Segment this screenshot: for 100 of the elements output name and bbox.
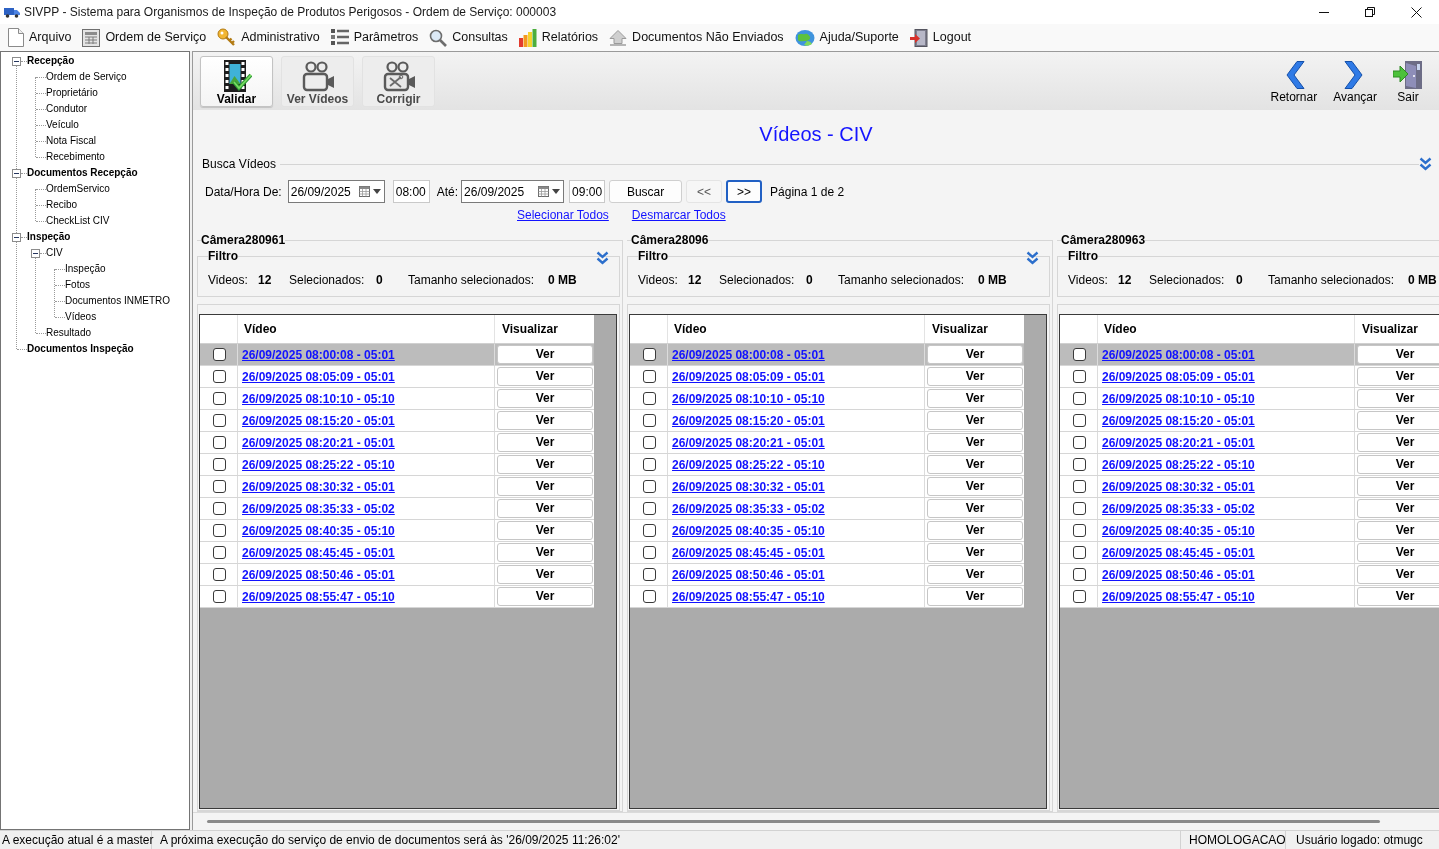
menu-item[interactable]: Ajuda/Suporte [794,25,899,50]
video-link[interactable]: 26/09/2025 08:05:09 - 05:01 [242,367,395,386]
video-link[interactable]: 26/09/2025 08:00:08 - 05:01 [242,345,395,364]
view-button[interactable]: Ver [927,455,1023,474]
table-row[interactable]: 26/09/2025 08:00:08 - 05:01 Ver [630,344,1024,366]
checkbox[interactable] [643,436,656,449]
table-row[interactable]: 26/09/2025 08:55:47 - 05:10 Ver [200,586,594,608]
collapse-icon[interactable] [12,168,21,178]
video-link[interactable]: 26/09/2025 08:05:09 - 05:01 [672,367,825,386]
view-button[interactable]: Ver [1357,433,1439,452]
menu-item[interactable]: Parâmetros [330,25,419,50]
video-link[interactable]: 26/09/2025 08:20:21 - 05:01 [1102,433,1255,452]
checkbox[interactable] [213,414,226,427]
checkbox[interactable] [643,480,656,493]
checkbox[interactable] [213,480,226,493]
table-row[interactable]: 26/09/2025 08:45:45 - 05:01 Ver [630,542,1024,564]
table-row[interactable]: 26/09/2025 08:35:33 - 05:02 Ver [630,498,1024,520]
menu-item[interactable]: Administrativo [217,25,320,50]
checkbox[interactable] [1073,524,1086,537]
tree-item[interactable]: Recepção [27,54,75,68]
toolbar-button[interactable]: Corrigir [362,56,435,107]
table-row[interactable]: 26/09/2025 08:30:32 - 05:01 Ver [200,476,594,498]
checkbox[interactable] [1073,458,1086,471]
checkbox[interactable] [213,370,226,383]
tree-item[interactable]: CheckList CIV [46,214,110,228]
video-link[interactable]: 26/09/2025 08:15:20 - 05:01 [242,411,395,430]
menu-item[interactable]: Documentos Não Enviados [609,25,784,50]
view-button[interactable]: Ver [1357,521,1439,540]
video-link[interactable]: 26/09/2025 08:45:45 - 05:01 [672,543,825,562]
video-link[interactable]: 26/09/2025 08:10:10 - 05:10 [1102,389,1255,408]
checkbox[interactable] [213,458,226,471]
table-row[interactable]: 26/09/2025 08:40:35 - 05:10 Ver [630,520,1024,542]
table-row[interactable]: 26/09/2025 08:05:09 - 05:01 Ver [200,366,594,388]
double-chevron-down-icon[interactable] [1419,157,1432,171]
view-button[interactable]: Ver [927,565,1023,584]
toolbar-button[interactable]: Sair [1393,59,1423,110]
tree-item[interactable]: Fotos [65,278,90,292]
video-link[interactable]: 26/09/2025 08:30:32 - 05:01 [242,477,395,496]
tree-item[interactable]: CIV [46,246,63,260]
table-row[interactable]: 26/09/2025 08:15:20 - 05:01 Ver [200,410,594,432]
checkbox[interactable] [643,502,656,515]
video-link[interactable]: 26/09/2025 08:50:46 - 05:01 [242,565,395,584]
checkbox[interactable] [1073,568,1086,581]
video-link[interactable]: 26/09/2025 08:55:47 - 05:10 [672,587,825,606]
table-row[interactable]: 26/09/2025 08:25:22 - 05:10 Ver [200,454,594,476]
checkbox[interactable] [643,524,656,537]
checkbox[interactable] [643,568,656,581]
video-link[interactable]: 26/09/2025 08:55:47 - 05:10 [242,587,395,606]
view-button[interactable]: Ver [497,587,593,606]
view-button[interactable]: Ver [1357,587,1439,606]
video-link[interactable]: 26/09/2025 08:40:35 - 05:10 [1102,521,1255,540]
tree-item[interactable]: Inspeção [65,262,106,276]
double-chevron-down-icon[interactable] [596,251,609,265]
table-row[interactable]: 26/09/2025 08:15:20 - 05:01 Ver [1060,410,1439,432]
video-link[interactable]: 26/09/2025 08:10:10 - 05:10 [242,389,395,408]
table-row[interactable]: 26/09/2025 08:00:08 - 05:01 Ver [1060,344,1439,366]
menu-item[interactable]: Logout [909,25,972,50]
view-button[interactable]: Ver [927,587,1023,606]
view-button[interactable]: Ver [497,389,593,408]
menu-item[interactable]: Arquivo [8,25,72,50]
table-row[interactable]: 26/09/2025 08:50:46 - 05:01 Ver [630,564,1024,586]
table-row[interactable]: 26/09/2025 08:55:47 - 05:10 Ver [1060,586,1439,608]
tree-item[interactable]: Proprietário [46,86,98,100]
checkbox[interactable] [643,392,656,405]
tree-item[interactable]: Vídeos [65,310,97,324]
table-row[interactable]: 26/09/2025 08:30:32 - 05:01 Ver [1060,476,1439,498]
double-chevron-down-icon[interactable] [1026,251,1039,265]
table-row[interactable]: 26/09/2025 08:10:10 - 05:10 Ver [630,388,1024,410]
video-link[interactable]: 26/09/2025 08:25:22 - 05:10 [1102,455,1255,474]
view-button[interactable]: Ver [927,499,1023,518]
table-row[interactable]: 26/09/2025 08:20:21 - 05:01 Ver [1060,432,1439,454]
view-button[interactable]: Ver [927,477,1023,496]
view-button[interactable]: Ver [927,345,1023,364]
video-link[interactable]: 26/09/2025 08:25:22 - 05:10 [242,455,395,474]
view-button[interactable]: Ver [1357,543,1439,562]
table-row[interactable]: 26/09/2025 08:10:10 - 05:10 Ver [200,388,594,410]
view-button[interactable]: Ver [497,455,593,474]
table-row[interactable]: 26/09/2025 08:35:33 - 05:02 Ver [200,498,594,520]
checkbox[interactable] [213,524,226,537]
checkbox[interactable] [1073,392,1086,405]
time-field[interactable]: 09:00 [569,180,606,203]
video-link[interactable]: 26/09/2025 08:45:45 - 05:01 [242,543,395,562]
table-row[interactable]: 26/09/2025 08:00:08 - 05:01 Ver [200,344,594,366]
checkbox[interactable] [1073,502,1086,515]
table-row[interactable]: 26/09/2025 08:05:09 - 05:01 Ver [1060,366,1439,388]
tree-item[interactable]: Recibo [46,198,78,212]
view-button[interactable]: Ver [1357,477,1439,496]
view-button[interactable]: Ver [497,477,593,496]
checkbox[interactable] [1073,590,1086,603]
pager-button[interactable]: >> [726,180,763,203]
view-button[interactable]: Ver [927,543,1023,562]
view-button[interactable]: Ver [1357,389,1439,408]
checkbox[interactable] [213,436,226,449]
tree-item[interactable]: Ordem de Serviço [46,70,127,84]
video-link[interactable]: 26/09/2025 08:20:21 - 05:01 [242,433,395,452]
tree-item[interactable]: Documentos INMETRO [65,294,171,308]
tree-item[interactable]: Nota Fiscal [46,134,96,148]
checkbox[interactable] [1073,480,1086,493]
video-link[interactable]: 26/09/2025 08:35:33 - 05:02 [672,499,825,518]
table-row[interactable]: 26/09/2025 08:40:35 - 05:10 Ver [1060,520,1439,542]
